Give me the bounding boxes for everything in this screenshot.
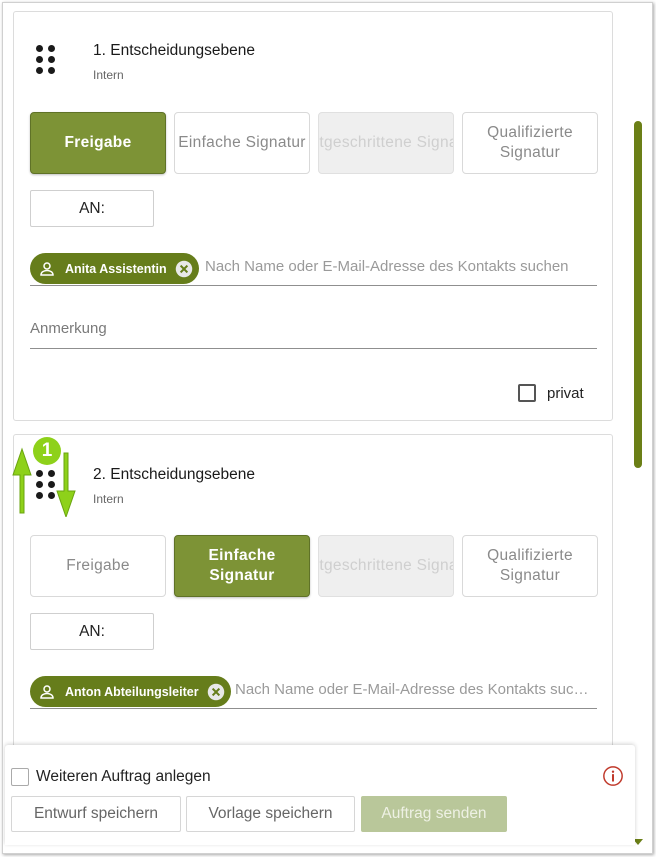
checkbox-icon[interactable] (518, 384, 536, 402)
action-footer: Weiteren Auftrag anlegen Entwurf speiche… (5, 745, 635, 845)
save-template-button[interactable]: Vorlage speichern (186, 796, 355, 832)
recipient-chip: Anita Assistentin (30, 253, 199, 284)
info-icon[interactable] (602, 765, 624, 787)
signature-type-freigabe-button[interactable]: Freigabe (30, 112, 166, 174)
signature-type-qualifizierte-button[interactable]: Qualifizierte Signatur (462, 112, 598, 174)
recipient-chip-label: Anita Assistentin (65, 261, 167, 276)
recipient-field: Anton Abteilungsleiter Nach Name oder E-… (30, 675, 597, 709)
signature-type-einfache-button[interactable]: Einfache Signatur (174, 112, 310, 174)
scrollbar-thumb[interactable] (634, 121, 642, 468)
contact-search-input[interactable]: Nach Name oder E-Mail-Adresse des Kontak… (235, 681, 595, 698)
app-frame: 1. Entscheidungsebene Intern Freigabe Ei… (2, 2, 653, 854)
note-input[interactable]: Anmerkung (30, 320, 597, 349)
signature-type-einfache-button[interactable]: Einfache Signatur (174, 535, 310, 597)
level-title: 2. Entscheidungsebene (93, 466, 256, 483)
annotation-number-badge: 1 (41, 440, 53, 461)
decision-level-card-1: 1. Entscheidungsebene Intern Freigabe Ei… (13, 11, 613, 421)
another-order-checkbox[interactable]: Weiteren Auftrag anlegen (11, 768, 211, 786)
send-order-button[interactable]: Auftrag senden (361, 796, 507, 832)
remove-recipient-icon[interactable] (175, 260, 193, 278)
recipient-chip: Anton Abteilungsleiter (30, 676, 231, 707)
signature-type-qualifizierte-button[interactable]: Qualifizierte Signatur (462, 535, 598, 597)
level-title: 1. Entscheidungsebene (93, 42, 256, 59)
user-icon (40, 684, 54, 699)
signature-type-freigabe-button[interactable]: Freigabe (30, 535, 166, 597)
private-checkbox[interactable]: privat (518, 384, 584, 402)
level-subtitle: Intern (93, 492, 124, 506)
recipient-to-button[interactable]: AN: (30, 613, 154, 650)
contact-search-input[interactable]: Nach Name oder E-Mail-Adresse des Kontak… (205, 258, 595, 275)
drag-handle-icon[interactable] (36, 45, 56, 77)
user-icon (40, 261, 54, 276)
another-order-label: Weiteren Auftrag anlegen (36, 768, 211, 785)
recipient-to-button[interactable]: AN: (30, 190, 154, 227)
recipient-field: Anita Assistentin Nach Name oder E-Mail-… (30, 252, 597, 286)
recipient-chip-label: Anton Abteilungsleiter (65, 684, 199, 699)
checkbox-icon[interactable] (11, 768, 29, 786)
remove-recipient-icon[interactable] (207, 683, 225, 701)
level-subtitle: Intern (93, 68, 124, 82)
signature-type-fortgeschrittene-button: Fortgeschrittene Signatur (318, 535, 454, 597)
signature-type-fortgeschrittene-button: Fortgeschrittene Signatur (318, 112, 454, 174)
save-draft-button[interactable]: Entwurf speichern (11, 796, 181, 832)
private-label: privat (547, 384, 584, 402)
